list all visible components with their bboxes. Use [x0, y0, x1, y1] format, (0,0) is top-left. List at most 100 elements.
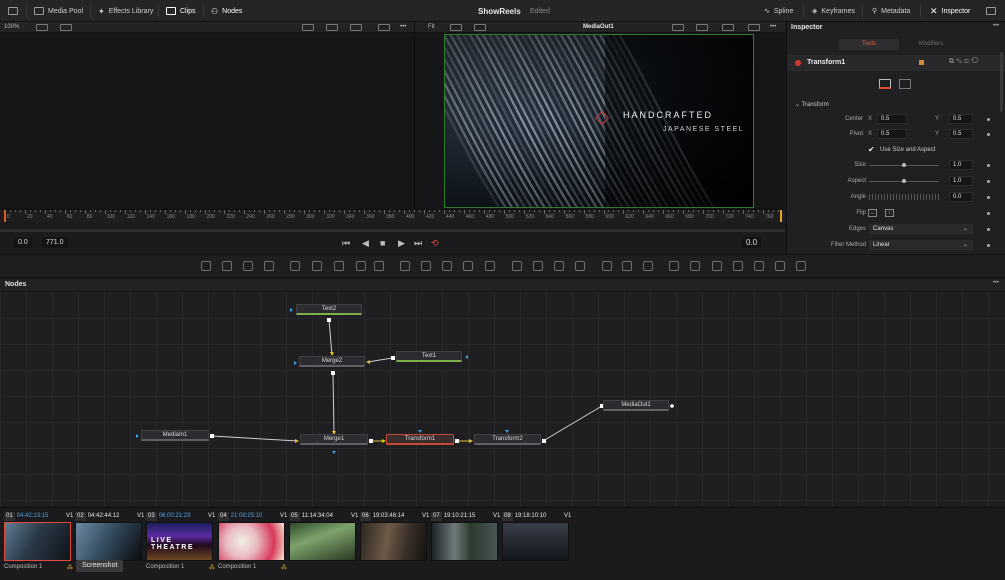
- center-x-field[interactable]: 0.5: [877, 114, 907, 124]
- viewer-color-icon[interactable]: [326, 24, 338, 31]
- keyframes-button[interactable]: ◈ Keyframes: [812, 0, 855, 22]
- zoom-left-select[interactable]: 100%: [4, 22, 19, 33]
- controls-page-icon[interactable]: [879, 79, 891, 89]
- node-text1[interactable]: Text1: [396, 351, 462, 362]
- tool-26-icon[interactable]: [754, 261, 764, 271]
- aspect-slider-knob[interactable]: [902, 179, 906, 183]
- filter-select[interactable]: Linear: [869, 240, 973, 250]
- angle-field[interactable]: 0.0: [949, 192, 973, 202]
- node-transform2[interactable]: Transform2: [474, 434, 541, 445]
- tool-5-icon[interactable]: [290, 261, 300, 271]
- metadata-button[interactable]: ⚲ Metadata: [872, 0, 910, 22]
- current-time[interactable]: 0.0: [742, 237, 762, 248]
- nodes-more-icon[interactable]: •••: [993, 280, 999, 286]
- clips-button[interactable]: Clips: [166, 0, 196, 22]
- tool-17-icon[interactable]: [554, 261, 564, 271]
- inspector-button[interactable]: ✕ Inspector: [930, 0, 970, 22]
- keyframe-icon[interactable]: [987, 244, 990, 247]
- size-field[interactable]: 1.0: [949, 160, 973, 170]
- node-merge1[interactable]: Merge1: [300, 434, 368, 445]
- keyframe-icon[interactable]: [987, 212, 990, 215]
- tool-10-icon[interactable]: [400, 261, 410, 271]
- viewer-grid-icon[interactable]: [350, 24, 362, 31]
- size-slider[interactable]: [869, 163, 939, 167]
- viewer-lut-right-icon[interactable]: [748, 24, 760, 31]
- size-slider-knob[interactable]: [902, 163, 906, 167]
- stop-icon[interactable]: ■: [380, 237, 385, 249]
- viewer-left[interactable]: [0, 33, 414, 209]
- more-options-icon[interactable]: •••: [400, 22, 406, 33]
- tool-15-icon[interactable]: [512, 261, 522, 271]
- viewer-roi-right-icon[interactable]: [672, 24, 684, 31]
- keyframe-icon[interactable]: [987, 118, 990, 121]
- keyframe-icon[interactable]: [987, 164, 990, 167]
- view-layout-right-icon[interactable]: [450, 24, 462, 31]
- clip-thumbnail[interactable]: [75, 522, 142, 561]
- node-mediaout1[interactable]: MediaOut1: [603, 400, 669, 411]
- keyframe-icon[interactable]: [987, 133, 990, 136]
- flip-vertical-icon[interactable]: ↕: [885, 209, 894, 217]
- loop-icon[interactable]: ⟲: [431, 237, 439, 249]
- range-start[interactable]: 0.0: [14, 237, 32, 248]
- tool-25-icon[interactable]: [733, 261, 743, 271]
- tool-19-icon[interactable]: [602, 261, 612, 271]
- sidebar-toggle-button[interactable]: [8, 0, 18, 22]
- step-back-icon[interactable]: ◀: [362, 237, 369, 249]
- tool-18-icon[interactable]: [575, 261, 585, 271]
- tool-3-icon[interactable]: [243, 261, 253, 271]
- node-text2[interactable]: Text2: [296, 304, 362, 315]
- more-options-right-icon[interactable]: •••: [770, 22, 776, 33]
- tool-12-icon[interactable]: [442, 261, 452, 271]
- node-editor[interactable]: [0, 292, 1005, 506]
- media-pool-button[interactable]: Media Pool: [34, 0, 83, 22]
- go-to-start-icon[interactable]: ⏮: [342, 237, 350, 249]
- view-options-icon[interactable]: [60, 24, 72, 31]
- clip-thumbnail[interactable]: [502, 522, 569, 561]
- tool-13-icon[interactable]: [463, 261, 473, 271]
- aspect-field[interactable]: 1.0: [949, 176, 973, 186]
- spline-button[interactable]: ∿ Spline: [764, 0, 793, 22]
- pivot-x-field[interactable]: 0.5: [877, 129, 907, 139]
- fit-select[interactable]: Fit: [428, 22, 435, 33]
- tool-16-icon[interactable]: [533, 261, 543, 271]
- nodes-button[interactable]: ⚇ Nodes: [211, 0, 242, 22]
- settings-page-icon[interactable]: [899, 79, 911, 89]
- tool-20-icon[interactable]: [622, 261, 632, 271]
- tool-24-icon[interactable]: [712, 261, 722, 271]
- use-size-checkbox[interactable]: ✔: [868, 145, 875, 154]
- keyframe-icon[interactable]: [987, 228, 990, 231]
- time-ruler[interactable]: 0 20 40 60 80 100 120 140 160 180 200 220 240 260 280 3…: [0, 209, 785, 222]
- tool-9-icon[interactable]: [374, 261, 384, 271]
- pivot-y-field[interactable]: 0.5: [949, 129, 973, 139]
- tool-11-icon[interactable]: [421, 261, 431, 271]
- clip-thumbnail[interactable]: [360, 522, 427, 561]
- end-marker[interactable]: [780, 210, 782, 222]
- view-options-right-icon[interactable]: [474, 24, 486, 31]
- center-y-field[interactable]: 0.5: [949, 114, 973, 124]
- viewer-lut-icon[interactable]: [378, 24, 390, 31]
- tool-21-icon[interactable]: [643, 261, 653, 271]
- viewer-roi-icon[interactable]: [302, 24, 314, 31]
- effects-library-button[interactable]: ✦ Effects Library: [98, 0, 153, 22]
- inspector-scrollbar[interactable]: [1000, 52, 1003, 112]
- range-end[interactable]: 771.0: [42, 237, 68, 248]
- scrub-bar[interactable]: [0, 229, 785, 232]
- tool-8-icon[interactable]: [356, 261, 366, 271]
- tool-7-icon[interactable]: [334, 261, 344, 271]
- viewer-grid-right-icon[interactable]: [722, 24, 734, 31]
- tab-modifiers[interactable]: Modifiers: [901, 39, 961, 50]
- transform-section-header[interactable]: ⌄ Transform: [795, 101, 829, 108]
- viewer-color-right-icon[interactable]: [696, 24, 708, 31]
- tool-27-icon[interactable]: [775, 261, 785, 271]
- tool-1-icon[interactable]: [201, 261, 211, 271]
- aspect-slider[interactable]: [869, 179, 939, 183]
- node-transform1[interactable]: Transform1: [386, 434, 454, 445]
- tool-23-icon[interactable]: [690, 261, 700, 271]
- tool-2-icon[interactable]: [222, 261, 232, 271]
- clip-thumbnail[interactable]: [289, 522, 356, 561]
- clip-thumbnail[interactable]: LIVE THEATRE: [146, 522, 213, 561]
- node-color-icon[interactable]: [919, 60, 924, 65]
- tool-6-icon[interactable]: [312, 261, 322, 271]
- angle-wheel[interactable]: [869, 194, 939, 200]
- playhead[interactable]: [4, 210, 6, 222]
